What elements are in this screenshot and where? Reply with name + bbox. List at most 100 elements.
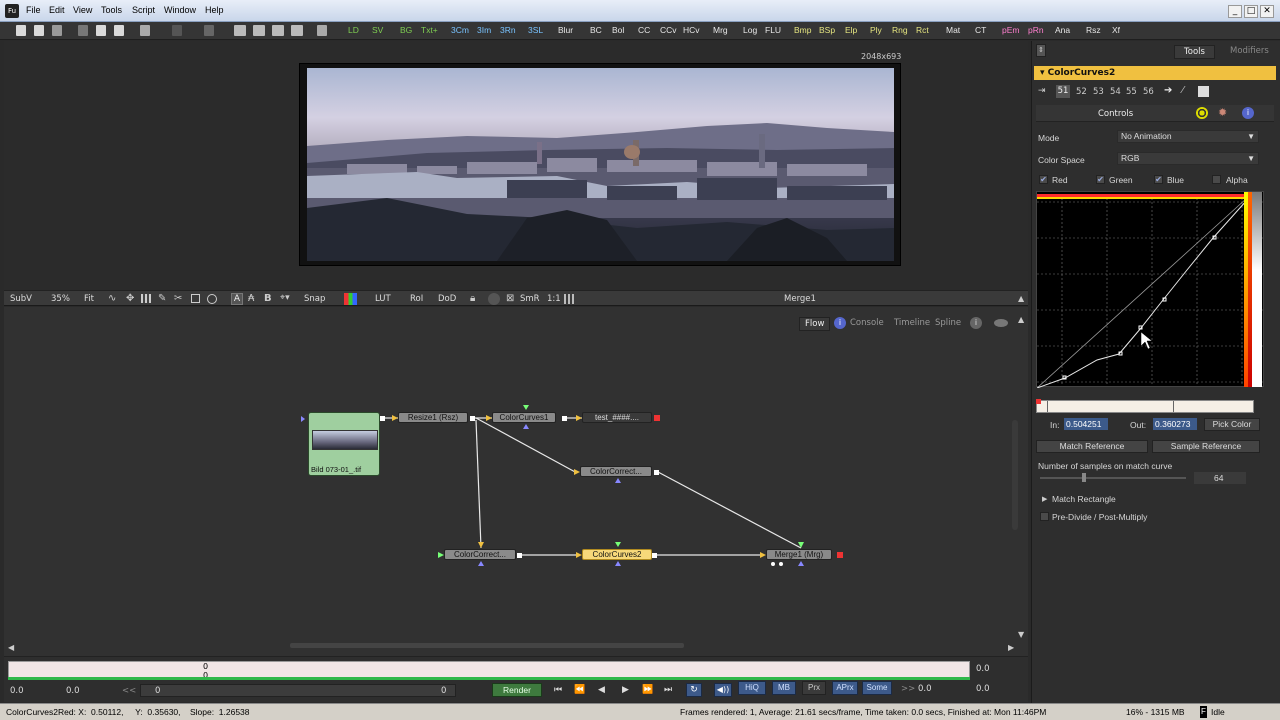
node-saver[interactable]: test_####.... [582, 412, 652, 423]
pipette-icon[interactable]: ⁄ [1182, 85, 1184, 96]
prx-button[interactable]: Prx [802, 681, 826, 695]
samples-value-field[interactable]: 64 [1194, 472, 1246, 484]
current-time-field[interactable]: 0.0 [918, 684, 932, 694]
tool-header[interactable]: ▾ ColorCurves2 [1034, 66, 1276, 80]
sample-reference-button[interactable]: Sample Reference [1152, 440, 1260, 453]
merge-background-pin[interactable] [760, 552, 766, 558]
pin-icon[interactable]: ⇥ [1038, 86, 1046, 96]
curves1-input-pin[interactable] [486, 415, 492, 421]
ccbottom-left-pin[interactable] [438, 552, 444, 558]
tab-tools[interactable]: Tools [1174, 45, 1215, 59]
loop-icon[interactable]: ↻ [686, 683, 702, 697]
blue-checkbox[interactable]: ✔ [1154, 175, 1163, 184]
some-button[interactable]: Some [862, 681, 892, 695]
saver-output-pin[interactable] [654, 415, 660, 421]
curves2-input-pin[interactable] [576, 552, 582, 558]
node-colorcurves1[interactable]: ColorCurves1 [492, 412, 556, 423]
play-reverse-icon[interactable]: ◀ [598, 685, 605, 695]
node-colorcorrect-bottom[interactable]: ColorCorrect... [444, 549, 516, 560]
go-start-icon[interactable]: ⏮ [554, 685, 562, 695]
match-rectangle-label[interactable]: Match Rectangle [1052, 494, 1116, 504]
out-value-field[interactable]: 0.360273 [1153, 418, 1197, 430]
audio-icon[interactable]: ◀)) [714, 683, 732, 697]
global-start-field[interactable]: 0.0 [10, 686, 24, 696]
node-loader[interactable]: Bild 073-01_.tif [308, 412, 380, 476]
node-colorcurves2[interactable]: ColorCurves2 [582, 549, 652, 560]
tab-controls[interactable]: Controls [1098, 109, 1133, 119]
curves2-mask-pin[interactable] [615, 561, 621, 566]
global-end-field[interactable]: 0.0 [976, 684, 990, 694]
step-back-icon[interactable]: ⏪ [574, 685, 585, 695]
curves2-top-pin[interactable] [615, 542, 621, 547]
merge-mask-pin[interactable] [798, 561, 804, 566]
ccbottom-mask-pin[interactable] [478, 561, 484, 566]
resize-input-pin[interactable] [392, 415, 398, 421]
play-icon[interactable]: ▶ [622, 685, 629, 695]
curves1-mask-pin[interactable] [523, 424, 529, 429]
merge-output-pin[interactable] [837, 552, 843, 558]
samples-slider-track[interactable] [1040, 477, 1186, 479]
arrow-right-icon[interactable]: ➔ [1164, 85, 1172, 96]
match-reference-button[interactable]: Match Reference [1036, 440, 1148, 453]
scroll-back-button[interactable]: << [122, 686, 136, 696]
curve-vertical-scrollbar[interactable] [1252, 192, 1262, 387]
node-merge[interactable]: Merge1 (Mrg) [766, 549, 832, 560]
merge-view-dot-1[interactable] [771, 562, 775, 566]
green-checkbox[interactable]: ✔ [1096, 175, 1105, 184]
panel-splitter[interactable] [1012, 420, 1018, 530]
ccbottom-output-pin[interactable] [517, 553, 522, 558]
info-circle-icon[interactable]: i [1242, 107, 1254, 119]
node-colorcorrect-top[interactable]: ColorCorrect... [580, 466, 652, 477]
pick-color-button[interactable]: Pick Color [1204, 418, 1260, 431]
curves2-output-pin[interactable] [652, 553, 657, 558]
slot-55[interactable]: 55 [1126, 87, 1137, 97]
curve-input-gradient[interactable] [1036, 400, 1254, 413]
maximize-button[interactable]: □ [1244, 5, 1258, 18]
render-button[interactable]: Render [492, 683, 542, 697]
scroll-forward-button[interactable]: >> [901, 684, 915, 694]
in-value-field[interactable]: 0.504251 [1064, 418, 1108, 430]
tool-ana[interactable]: Ana [1055, 25, 1070, 35]
curves1-top-pin[interactable] [523, 405, 529, 410]
slot-51[interactable]: 51 [1056, 85, 1070, 98]
samples-slider-thumb[interactable] [1082, 473, 1086, 482]
panel-toggle-icon[interactable]: ⇕ [1036, 44, 1046, 57]
settings-gear-icon[interactable]: ✹ [1218, 107, 1227, 119]
curves1-output-pin[interactable] [562, 416, 567, 421]
mode-dropdown[interactable]: No Animation ▼ [1117, 130, 1259, 143]
alpha-checkbox[interactable] [1212, 175, 1221, 184]
close-button[interactable]: ✕ [1260, 5, 1274, 18]
loader-output-pin[interactable] [380, 416, 385, 421]
aprx-button[interactable]: APrx [832, 681, 858, 695]
expand-arrow-icon[interactable]: ▶ [1042, 495, 1047, 503]
save-preset-icon[interactable] [1198, 86, 1209, 97]
slot-52[interactable]: 52 [1076, 87, 1087, 97]
loader-input-pin[interactable] [301, 416, 305, 422]
minimize-button[interactable]: _ [1228, 5, 1242, 18]
range-slider[interactable]: 0 0 [140, 684, 456, 697]
cctop-mask-pin[interactable] [615, 478, 621, 483]
resize-output-pin[interactable] [470, 416, 475, 421]
curve-editor[interactable] [1036, 191, 1265, 389]
tool-prn[interactable]: pRn [1028, 25, 1044, 35]
tool-rsz[interactable]: Rsz [1086, 25, 1101, 35]
predivide-checkbox[interactable] [1040, 512, 1049, 521]
tool-xf[interactable]: Xf [1112, 25, 1120, 35]
render-start-field[interactable]: 0.0 [66, 686, 80, 696]
radioactive-icon[interactable] [1196, 107, 1208, 119]
slot-54[interactable]: 54 [1110, 87, 1121, 97]
colorspace-dropdown[interactable]: RGB ▼ [1117, 152, 1259, 165]
go-end-icon[interactable]: ⏭ [664, 685, 672, 695]
cctop-input-pin[interactable] [574, 469, 580, 475]
slot-56[interactable]: 56 [1143, 87, 1154, 97]
step-forward-icon[interactable]: ⏩ [642, 685, 653, 695]
slot-53[interactable]: 53 [1093, 87, 1104, 97]
saver-input-pin[interactable] [576, 415, 582, 421]
merge-foreground-pin[interactable] [798, 542, 804, 548]
ccbottom-input-pin[interactable] [478, 542, 484, 548]
merge-view-dot-2[interactable] [779, 562, 783, 566]
mb-button[interactable]: MB [772, 681, 796, 695]
red-checkbox[interactable]: ✔ [1039, 175, 1048, 184]
hiq-button[interactable]: HiQ [738, 681, 766, 695]
node-resize[interactable]: Resize1 (Rsz) [398, 412, 468, 423]
